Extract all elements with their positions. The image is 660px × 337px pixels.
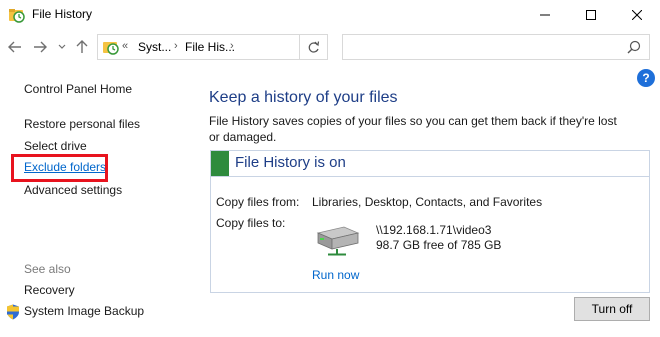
help-icon[interactable]: ? xyxy=(637,69,655,87)
copy-to-label: Copy files to: xyxy=(216,216,286,230)
arrow-up-icon xyxy=(76,40,88,53)
address-overflow[interactable]: « xyxy=(122,40,128,52)
refresh-button[interactable] xyxy=(304,38,322,56)
close-icon xyxy=(632,10,642,20)
search-icon xyxy=(627,40,641,54)
title-bar: File History xyxy=(0,0,660,30)
drive-path: \\192.168.1.71\video3 xyxy=(376,223,492,237)
file-history-icon xyxy=(9,9,25,23)
refresh-icon xyxy=(308,40,319,53)
arrow-left-icon xyxy=(8,41,21,53)
copy-from-value: Libraries, Desktop, Contacts, and Favori… xyxy=(312,195,543,209)
network-drive-icon xyxy=(316,226,360,256)
see-also-label: See also xyxy=(24,262,71,276)
maximize-icon xyxy=(586,10,596,20)
address-bar[interactable]: « Syst... › File His... › xyxy=(97,34,328,60)
arrow-right-icon xyxy=(34,41,47,53)
drive-free-space: 98.7 GB free of 785 GB xyxy=(376,238,502,252)
status-indicator xyxy=(211,151,229,176)
status-panel: File History is on Copy files from: Libr… xyxy=(210,150,650,293)
forward-button[interactable] xyxy=(31,38,49,56)
breadcrumb-separator[interactable]: › xyxy=(174,40,178,52)
sidebar-control-panel-home[interactable]: Control Panel Home xyxy=(24,82,132,96)
see-also-system-image-backup[interactable]: System Image Backup xyxy=(24,304,144,318)
file-history-icon xyxy=(103,42,119,55)
highlight-box xyxy=(11,154,108,182)
page-title: Keep a history of your files xyxy=(209,89,398,106)
address-divider xyxy=(299,35,300,59)
status-title: File History is on xyxy=(235,154,346,171)
shield-icon xyxy=(7,304,19,320)
see-also-recovery[interactable]: Recovery xyxy=(24,283,75,297)
window-title: File History xyxy=(32,7,93,21)
recent-locations-button[interactable] xyxy=(56,38,68,56)
run-now-link[interactable]: Run now xyxy=(312,268,359,282)
navigation-bar: « Syst... › File His... › xyxy=(0,30,660,64)
copy-from-label: Copy files from: xyxy=(216,195,300,209)
breadcrumb-system[interactable]: Syst... xyxy=(138,40,171,54)
sidebar-item-restore-personal-files[interactable]: Restore personal files xyxy=(24,117,140,131)
status-header: File History is on xyxy=(211,151,649,177)
breadcrumb-file-history[interactable]: File His... xyxy=(185,40,235,54)
minimize-icon xyxy=(540,14,550,16)
breadcrumb-separator[interactable]: › xyxy=(230,40,234,52)
minimize-button[interactable] xyxy=(522,0,568,30)
sidebar-item-select-drive[interactable]: Select drive xyxy=(24,139,87,153)
close-button[interactable] xyxy=(614,0,660,30)
maximize-button[interactable] xyxy=(568,0,614,30)
turn-off-button[interactable]: Turn off xyxy=(574,297,650,321)
sidebar-item-advanced-settings[interactable]: Advanced settings xyxy=(24,183,122,197)
chevron-down-icon xyxy=(58,44,66,49)
search-input[interactable] xyxy=(342,34,650,60)
back-button[interactable] xyxy=(6,38,24,56)
page-description: File History saves copies of your files … xyxy=(209,114,617,144)
up-button[interactable] xyxy=(73,38,91,56)
